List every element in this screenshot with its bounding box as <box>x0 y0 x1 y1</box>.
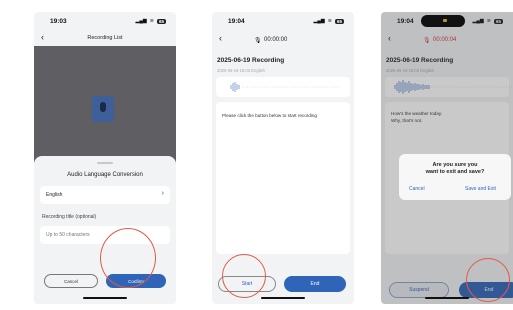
status-time: 19:04 <box>228 18 245 25</box>
dialog-title: Are you sure you want to exit and save? <box>399 162 511 176</box>
transcript-card: Please click the button below to start r… <box>216 102 350 254</box>
battery-icon: 65 <box>334 18 344 24</box>
phone-recording-ready: 19:04 ▂▄▆ ≋ 65 ‹ 🎙 00:00:00 2025-06-19 R… <box>212 12 354 304</box>
recording-meta: 2025-06-19 19:03 English <box>217 68 265 73</box>
status-bar: 19:03 ▂▄▆ ≋ 65 <box>34 12 176 30</box>
wifi-icon: ≋ <box>327 18 332 24</box>
screenshot-canvas: 19:03 ▂▄▆ ≋ 65 ‹ Recording List Audio La… <box>0 0 513 310</box>
microphone-icon: 🎙 <box>254 38 262 44</box>
sheet-title: Audio Language Conversion <box>67 172 143 178</box>
home-indicator <box>261 297 305 299</box>
exit-confirm-dialog: Are you sure you want to exit and save? … <box>399 154 511 200</box>
status-time: 19:03 <box>50 18 67 25</box>
cancel-button[interactable]: Cancel <box>44 274 98 288</box>
waveform-card <box>216 77 350 97</box>
battery-icon: 65 <box>156 18 166 24</box>
back-chevron-icon[interactable]: ‹ <box>219 33 222 43</box>
status-icons: ▂▄▆ ≋ 65 <box>314 18 344 24</box>
status-bar: 19:04 ▂▄▆ ≋ 65 <box>212 12 354 30</box>
language-value: English <box>46 192 63 198</box>
phone-recording-list: 19:03 ▂▄▆ ≋ 65 ‹ Recording List Audio La… <box>34 12 176 304</box>
sheet-handle[interactable] <box>97 162 113 164</box>
signal-icon: ▂▄▆ <box>313 18 325 24</box>
language-selector[interactable]: English › <box>40 186 170 204</box>
status-icons: ▂▄▆ ≋ 65 <box>136 18 166 24</box>
recording-title-label: Recording title (optional) <box>42 214 97 220</box>
signal-icon: ▂▄▆ <box>135 18 147 24</box>
home-indicator <box>83 297 127 299</box>
home-indicator <box>425 297 469 299</box>
end-button[interactable]: End <box>284 276 346 292</box>
dialog-cancel-button[interactable]: Cancel <box>409 186 425 192</box>
recording-timer: 00:00:00 <box>264 37 288 43</box>
start-button[interactable]: Start <box>218 276 276 292</box>
chevron-right-icon: › <box>161 190 164 197</box>
recording-hint: Please click the button below to start r… <box>222 113 317 118</box>
confirm-button[interactable]: Confirm <box>106 274 166 288</box>
dialog-save-exit-button[interactable]: Save and Exit <box>465 186 496 192</box>
dialog-title-line: Are you sure you <box>432 162 478 168</box>
microphone-icon <box>92 96 114 122</box>
recording-title-input[interactable] <box>40 226 170 244</box>
wifi-icon: ≋ <box>149 18 154 24</box>
waveform-graphic <box>230 82 340 92</box>
recording-title: 2025-06-19 Recording <box>217 57 285 64</box>
dialog-title-line: want to exit and save? <box>425 169 485 175</box>
page-title: Recording List <box>87 35 123 41</box>
phone-recording-active: 19:04 ▂▄▆ ≋ 65 ‹ 🎙 00:00:04 2025-06-19 R… <box>381 12 513 304</box>
